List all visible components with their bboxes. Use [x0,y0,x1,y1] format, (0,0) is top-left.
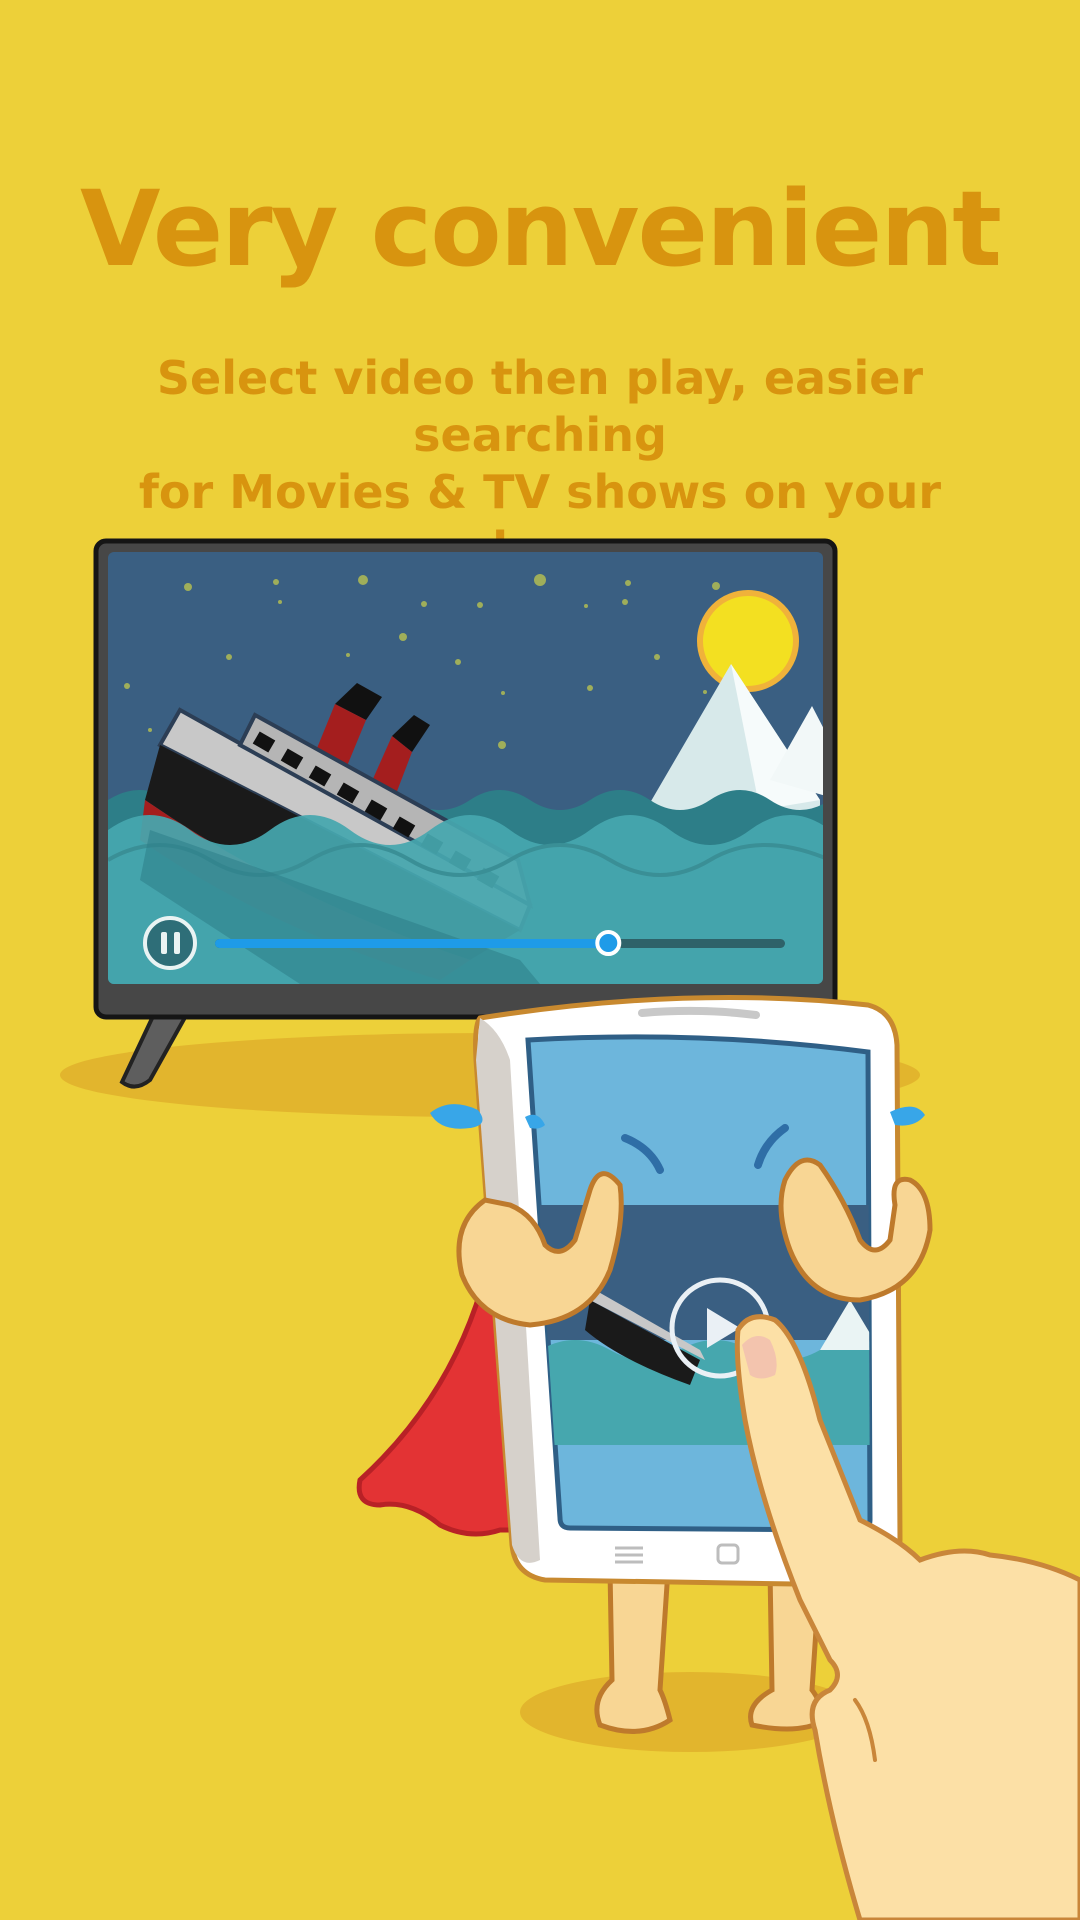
sun-icon [697,590,799,692]
progress-handle[interactable] [595,930,622,956]
pause-button[interactable] [143,916,197,970]
phone-speaker [638,1006,760,1019]
progress-fill [215,939,609,948]
illustration [60,538,1080,1920]
left-leg [594,1567,673,1734]
tv-screen [108,552,823,984]
